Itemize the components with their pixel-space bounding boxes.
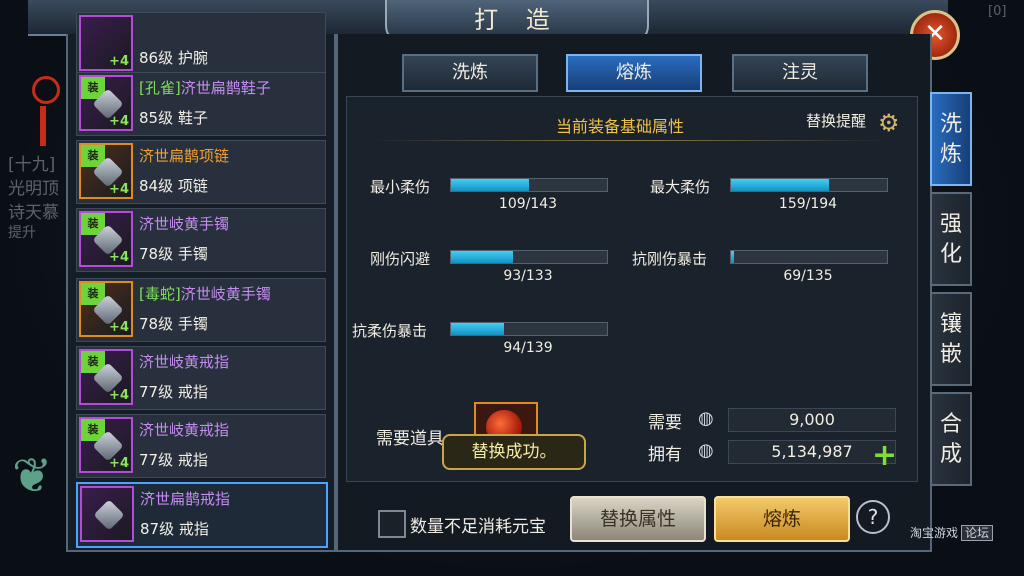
tab-smelt[interactable]: 熔炼 [566, 54, 702, 92]
item-level: 86级 护腕 [139, 49, 208, 67]
item-level: 85级 鞋子 [139, 109, 208, 127]
side-tab-inlay[interactable]: 镶 嵌 [930, 292, 972, 386]
stat-label: 最小柔伤 [370, 178, 431, 196]
need-label: 需要 [648, 413, 682, 433]
item-thumbnail: 装 +4 [79, 281, 133, 337]
item-name: [毒蛇]济世岐黄手镯 [139, 285, 271, 303]
stat-label: 刚伤闪避 [370, 250, 431, 268]
side-tab-refine[interactable]: 洗 炼 [930, 92, 972, 186]
need-value: 9,000 [728, 408, 896, 432]
item-name: 济世岐黄手镯 [139, 215, 230, 233]
item-thumbnail [80, 486, 134, 542]
item-level: 78级 手镯 [139, 245, 208, 263]
stat-label: 抗柔伤暴击 [352, 322, 428, 340]
equipment-list[interactable]: +4 86级 护腕 装 +4 [孔雀]济世扁鹊鞋子 85级 鞋子 装 +4 济世… [66, 12, 336, 552]
replace-attribute-button[interactable]: 替换属性 [570, 496, 706, 542]
item-thumbnail: +4 [79, 15, 133, 71]
background-text-2: 光明顶 [8, 179, 59, 199]
attribute-title: 当前装备基础属性 [556, 117, 685, 136]
item-thumbnail: 装 +4 [79, 211, 133, 267]
tab-spirit[interactable]: 注灵 [732, 54, 868, 92]
list-item[interactable]: 装 +4 济世岐黄戒指 77级 戒指 [76, 346, 326, 410]
item-thumbnail: 装 +4 [79, 75, 133, 131]
list-item[interactable]: 装 +4 济世岐黄手镯 78级 手镯 [76, 208, 326, 272]
stat-value: 69/135 [783, 268, 833, 284]
add-currency-button[interactable]: + [872, 438, 897, 473]
side-tab-enhance[interactable]: 强 化 [930, 192, 972, 286]
help-icon[interactable]: ? [856, 500, 890, 534]
item-name: 济世扁鹊项链 [139, 147, 230, 165]
side-tab-compose[interactable]: 合 成 [930, 392, 972, 486]
list-item[interactable]: 装 +4 济世扁鹊项链 84级 项链 [76, 140, 326, 204]
stat-bar [450, 322, 608, 336]
item-name: 济世岐黄戒指 [139, 353, 230, 371]
list-item[interactable]: 装 +4 [毒蛇]济世岐黄手镯 78级 手镯 [76, 278, 326, 342]
list-item[interactable]: +4 86级 护腕 [76, 12, 326, 76]
stat-bar [730, 250, 888, 264]
swap-remind-button[interactable]: 替换提醒 [806, 110, 866, 131]
item-level: 77级 戒指 [139, 383, 208, 401]
have-value: 5,134,987 [728, 440, 896, 464]
smelt-button[interactable]: 熔炼 [714, 496, 850, 542]
stat-value: 93/133 [503, 268, 553, 284]
stat-value: 159/194 [778, 196, 838, 212]
item-level: 78级 手镯 [139, 315, 208, 333]
stat-value: 94/139 [503, 340, 553, 356]
background-text-top-right: [0] [988, 4, 1007, 19]
item-name: 济世扁鹊戒指 [140, 490, 231, 508]
watermark: 淘宝游戏 论坛 [910, 524, 994, 541]
tab-refine[interactable]: 洗炼 [402, 54, 538, 92]
item-thumbnail: 装 +4 [79, 417, 133, 473]
item-level: 87级 戒指 [140, 520, 209, 538]
list-item[interactable]: 装 +4 [孔雀]济世扁鹊鞋子 85级 鞋子 [76, 72, 326, 136]
item-name: 济世岐黄戒指 [139, 421, 230, 439]
list-item[interactable]: 装 +4 济世岐黄戒指 77级 戒指 [76, 414, 326, 478]
stat-value: 109/143 [498, 196, 558, 212]
stat-label: 最大柔伤 [650, 178, 711, 196]
background-text-3: 诗天慕 [8, 203, 59, 223]
item-thumbnail: 装 +4 [79, 143, 133, 199]
ring-icon [93, 499, 125, 531]
knot-ornament-icon [26, 36, 62, 146]
use-ingot-checkbox[interactable] [378, 510, 406, 538]
stat-label: 抗刚伤暴击 [632, 250, 708, 268]
coin-icon: ◍ [698, 440, 714, 461]
toast-message: 替换成功。 [442, 434, 586, 470]
stat-bar [450, 250, 608, 264]
stat-bar [730, 178, 888, 192]
stat-bar [450, 178, 608, 192]
divider [370, 140, 890, 141]
item-level: 77级 戒指 [139, 451, 208, 469]
gear-icon[interactable]: ⚙ [878, 110, 906, 136]
leaf-ornament-icon: ❦ [12, 448, 53, 504]
coin-icon: ◍ [698, 408, 714, 429]
background-text-4: 提升 [8, 225, 36, 241]
item-thumbnail: 装 +4 [79, 349, 133, 405]
use-ingot-label: 数量不足消耗元宝 [410, 517, 546, 537]
need-item-label: 需要道具 [376, 429, 444, 449]
item-name: [孔雀]济世扁鹊鞋子 [139, 79, 271, 97]
list-item-selected[interactable]: 济世扁鹊戒指 87级 戒指 [76, 482, 328, 548]
have-label: 拥有 [648, 445, 682, 465]
item-level: 84级 项链 [139, 177, 208, 195]
background-text-1: [十九] [8, 155, 56, 175]
